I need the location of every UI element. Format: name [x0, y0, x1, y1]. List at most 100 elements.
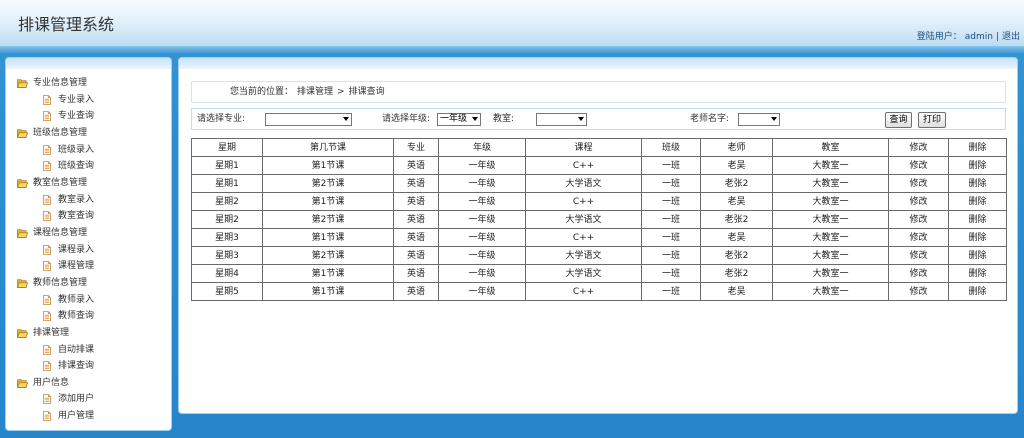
breadcrumb-parent-link[interactable]: 排课管理 [297, 87, 333, 97]
cell-delete: 删除 [948, 282, 1007, 301]
grade-filter-label: 请选择年级: [382, 114, 431, 124]
cell-period: 第2节课 [262, 246, 394, 265]
delete-link[interactable]: 删除 [968, 179, 986, 189]
logout-link[interactable]: 退出 [1002, 31, 1020, 43]
grade-select[interactable]: 一年级 [437, 113, 481, 126]
cell-grade: 一年级 [438, 264, 526, 283]
sidebar-item-teacher-query[interactable]: 教师查询 [6, 308, 171, 325]
document-icon [43, 261, 51, 272]
document-icon [43, 411, 51, 422]
major-select[interactable] [265, 113, 352, 126]
sidebar-item-classroom-query[interactable]: 教室查询 [6, 208, 171, 225]
edit-link[interactable]: 修改 [909, 269, 927, 279]
col-header-class: 班级 [641, 138, 701, 157]
document-icon [43, 244, 51, 255]
cell-edit: 修改 [888, 264, 949, 283]
col-header-weekday: 星期 [191, 138, 263, 157]
cell-course: C++ [525, 228, 642, 247]
edit-link[interactable]: 修改 [909, 161, 927, 171]
cell-classroom: 大教室一 [772, 264, 889, 283]
document-icon [43, 211, 51, 222]
cell-edit: 修改 [888, 192, 949, 211]
edit-link[interactable]: 修改 [909, 197, 927, 207]
edit-link[interactable]: 修改 [909, 179, 927, 189]
print-button[interactable]: 打印 [918, 112, 946, 128]
col-header-period: 第几节课 [262, 138, 394, 157]
cell-course: 大学语文 [525, 210, 642, 229]
sidebar-group-label: 课程信息管理 [33, 227, 88, 238]
delete-link[interactable]: 删除 [968, 233, 986, 243]
edit-link[interactable]: 修改 [909, 287, 927, 297]
cell-teacher: 老吴 [700, 228, 773, 247]
cell-teacher: 老张2 [700, 264, 773, 283]
cell-grade: 一年级 [438, 192, 526, 211]
cell-period: 第1节课 [262, 192, 394, 211]
sidebar-item-classroom-entry[interactable]: 教室录入 [6, 192, 171, 209]
cell-period: 第1节课 [262, 282, 394, 301]
folder-open-icon [17, 179, 29, 188]
cell-period: 第2节课 [262, 174, 394, 193]
cell-teacher: 老张2 [700, 174, 773, 193]
sidebar-item-course-entry[interactable]: 课程录入 [6, 242, 171, 259]
cell-major: 英语 [393, 174, 439, 193]
sidebar-item-label: 教室录入 [58, 194, 95, 205]
sidebar-group-teacher-info[interactable]: 教师信息管理 [6, 275, 171, 292]
delete-link[interactable]: 删除 [968, 197, 986, 207]
sidebar-item-major-query[interactable]: 专业查询 [6, 108, 171, 125]
sidebar-group-class-info[interactable]: 班级信息管理 [6, 125, 171, 142]
cell-weekday: 星期2 [191, 210, 263, 229]
edit-link[interactable]: 修改 [909, 215, 927, 225]
cell-delete: 删除 [948, 174, 1007, 193]
delete-link[interactable]: 删除 [968, 251, 986, 261]
edit-link[interactable]: 修改 [909, 251, 927, 261]
sidebar-group-label: 用户信息 [33, 377, 70, 388]
sidebar-group-course-info[interactable]: 课程信息管理 [6, 225, 171, 242]
cell-delete: 删除 [948, 228, 1007, 247]
sidebar-item-schedule-query[interactable]: 排课查询 [6, 358, 171, 375]
sidebar-item-label: 自动排课 [58, 344, 95, 355]
breadcrumb-separator: > [337, 87, 345, 97]
sidebar-item-major-entry[interactable]: 专业录入 [6, 92, 171, 109]
grade-select-value: 一年级 [440, 114, 468, 124]
classroom-filter-label: 教室: [493, 114, 515, 124]
document-icon [43, 194, 51, 205]
sidebar-group-user-info[interactable]: 用户信息 [6, 375, 171, 392]
document-icon [43, 294, 51, 305]
breadcrumb: 您当前的位置： 排课管理 > 排课查询 [191, 81, 1006, 103]
sidebar-group-classroom-info[interactable]: 教室信息管理 [6, 175, 171, 192]
sidebar-item-class-query[interactable]: 班级查询 [6, 158, 171, 175]
classroom-select[interactable] [536, 113, 587, 126]
sidebar-item-auto-schedule[interactable]: 自动排课 [6, 342, 171, 359]
cell-major: 英语 [393, 228, 439, 247]
cell-grade: 一年级 [438, 282, 526, 301]
delete-link[interactable]: 删除 [968, 269, 986, 279]
search-button[interactable]: 查询 [885, 112, 912, 128]
cell-grade: 一年级 [438, 210, 526, 229]
sidebar-item-label: 班级录入 [58, 144, 95, 155]
sidebar-group-major-info[interactable]: 专业信息管理 [6, 75, 171, 92]
edit-link[interactable]: 修改 [909, 233, 927, 243]
table-row: 星期2 第1节课 英语 一年级 C++ 一班 老吴 大教室一 修改 删除 [191, 192, 1007, 211]
sidebar-group-scheduling[interactable]: 排课管理 [6, 325, 171, 342]
cell-teacher: 老吴 [700, 192, 773, 211]
teacher-select[interactable] [738, 113, 780, 126]
cell-teacher: 老张2 [700, 210, 773, 229]
col-header-teacher: 老师 [700, 138, 773, 157]
sidebar-item-teacher-entry[interactable]: 教师录入 [6, 292, 171, 309]
col-header-course: 课程 [525, 138, 642, 157]
delete-link[interactable]: 删除 [968, 287, 986, 297]
sidebar-item-add-user[interactable]: 添加用户 [6, 391, 171, 408]
cell-edit: 修改 [888, 246, 949, 265]
cell-major: 英语 [393, 192, 439, 211]
major-filter-label: 请选择专业: [197, 114, 246, 124]
sidebar-item-label: 排课查询 [58, 361, 95, 372]
cell-edit: 修改 [888, 210, 949, 229]
cell-class: 一班 [641, 210, 701, 229]
delete-link[interactable]: 删除 [968, 161, 986, 171]
delete-link[interactable]: 删除 [968, 215, 986, 225]
cell-grade: 一年级 [438, 228, 526, 247]
sidebar-item-user-management[interactable]: 用户管理 [6, 408, 171, 425]
sidebar-item-label: 用户管理 [58, 411, 95, 422]
sidebar-item-class-entry[interactable]: 班级录入 [6, 142, 171, 159]
sidebar-item-course-management[interactable]: 课程管理 [6, 258, 171, 275]
